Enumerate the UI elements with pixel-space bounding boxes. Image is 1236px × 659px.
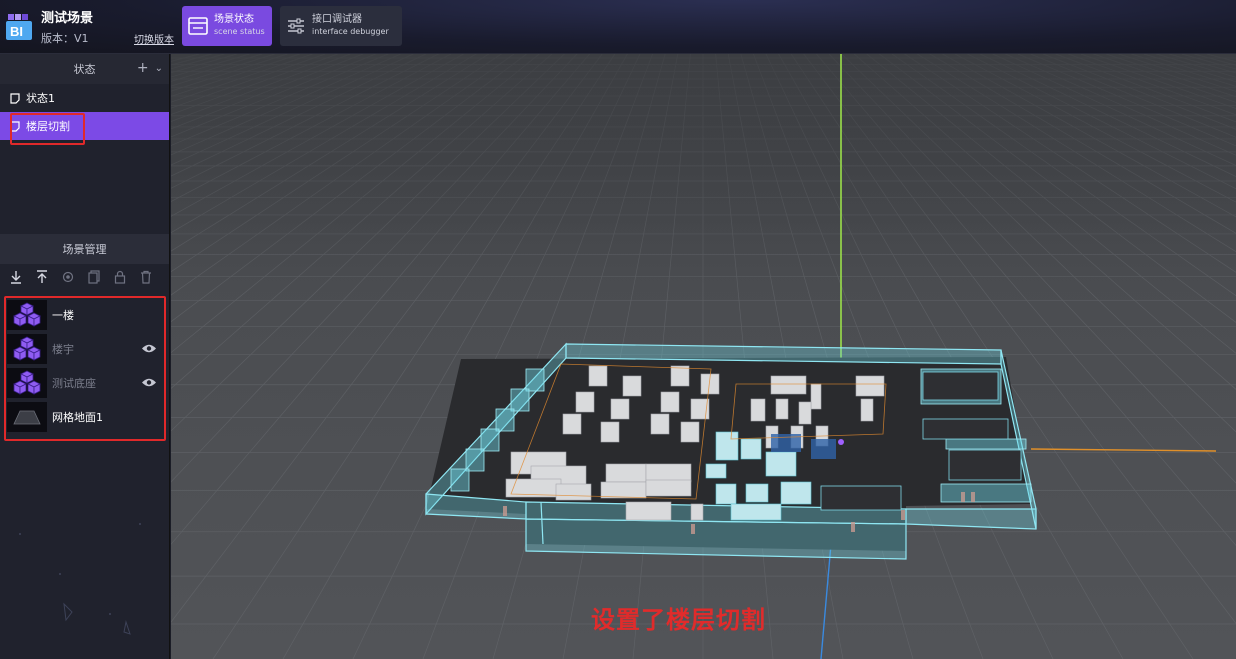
top-bar: BI 测试场景 版本：V1 切换版本 场景状态 scene status 接口调… (0, 0, 1236, 54)
cube-stack-icon (7, 368, 47, 398)
document-icon (10, 92, 20, 104)
app-logo-icon: BI (6, 14, 32, 40)
tab-interface-debugger[interactable]: 接口调试器 interface debugger (280, 6, 402, 46)
layer-list: 一楼 楼宇 测试底座 网格地面1 (0, 298, 169, 434)
app-title: 测试场景 (41, 11, 94, 26)
annotation-caption: 设置了楼层切割 (591, 606, 766, 634)
tab-interface-debugger-label: 接口调试器 (312, 14, 362, 25)
scene-render (171, 54, 1236, 659)
layer-label: 测试底座 (52, 377, 96, 390)
state-item-label: 楼层切割 (26, 120, 70, 133)
list-item[interactable]: 测试底座 (0, 366, 169, 400)
list-item[interactable]: 网格地面1 (0, 400, 169, 434)
chevron-down-icon[interactable]: ⌄ (155, 63, 163, 74)
state-item-1[interactable]: 状态1 (0, 84, 169, 112)
list-item[interactable]: 楼宇 (0, 332, 169, 366)
scene-panel-header: 场景管理 (0, 234, 169, 264)
scene-toolbar (10, 270, 152, 284)
list-item[interactable]: 一楼 (0, 298, 169, 332)
switch-version-link[interactable]: 切换版本 (134, 31, 174, 46)
target-icon[interactable] (62, 270, 74, 284)
sliders-icon (288, 18, 304, 34)
download-icon[interactable] (10, 270, 22, 284)
window-icon (188, 17, 208, 35)
copy-icon[interactable] (88, 270, 100, 284)
scene-panel-title: 场景管理 (62, 243, 107, 256)
trash-icon[interactable] (140, 270, 152, 284)
layer-label: 一楼 (52, 309, 74, 322)
tab-interface-debugger-sub: interface debugger (312, 27, 389, 36)
cube-stack-icon (7, 300, 47, 330)
sidebar: 状态 + ⌄ 状态1 楼层切割 场景管理 一楼 楼宇 测试底座 网格地面1 (0, 54, 170, 659)
state-item-label: 状态1 (26, 92, 55, 105)
tab-scene-status-sub: scene status (214, 27, 265, 36)
logo-text: BI (10, 24, 23, 39)
states-panel-header: 状态 + ⌄ (0, 54, 169, 84)
document-icon (10, 120, 20, 132)
cube-stack-icon (7, 334, 47, 364)
eye-icon[interactable] (141, 377, 157, 388)
3d-viewport[interactable]: 设置了楼层切割 (171, 54, 1236, 659)
layer-label: 网格地面1 (52, 411, 103, 424)
state-item-floor-cut[interactable]: 楼层切割 (0, 112, 169, 140)
upload-icon[interactable] (36, 270, 48, 284)
eye-icon[interactable] (141, 343, 157, 354)
decorative-starfield (19, 523, 141, 635)
plus-icon[interactable]: + (137, 60, 149, 76)
ground-plane-icon (7, 402, 47, 432)
layer-label: 楼宇 (52, 343, 74, 356)
states-panel-title: 状态 (73, 63, 96, 76)
lock-icon[interactable] (114, 270, 126, 284)
version-label: 版本：V1 (41, 32, 89, 45)
tab-scene-status-label: 场景状态 (214, 14, 254, 25)
tab-scene-status[interactable]: 场景状态 scene status (182, 6, 272, 46)
